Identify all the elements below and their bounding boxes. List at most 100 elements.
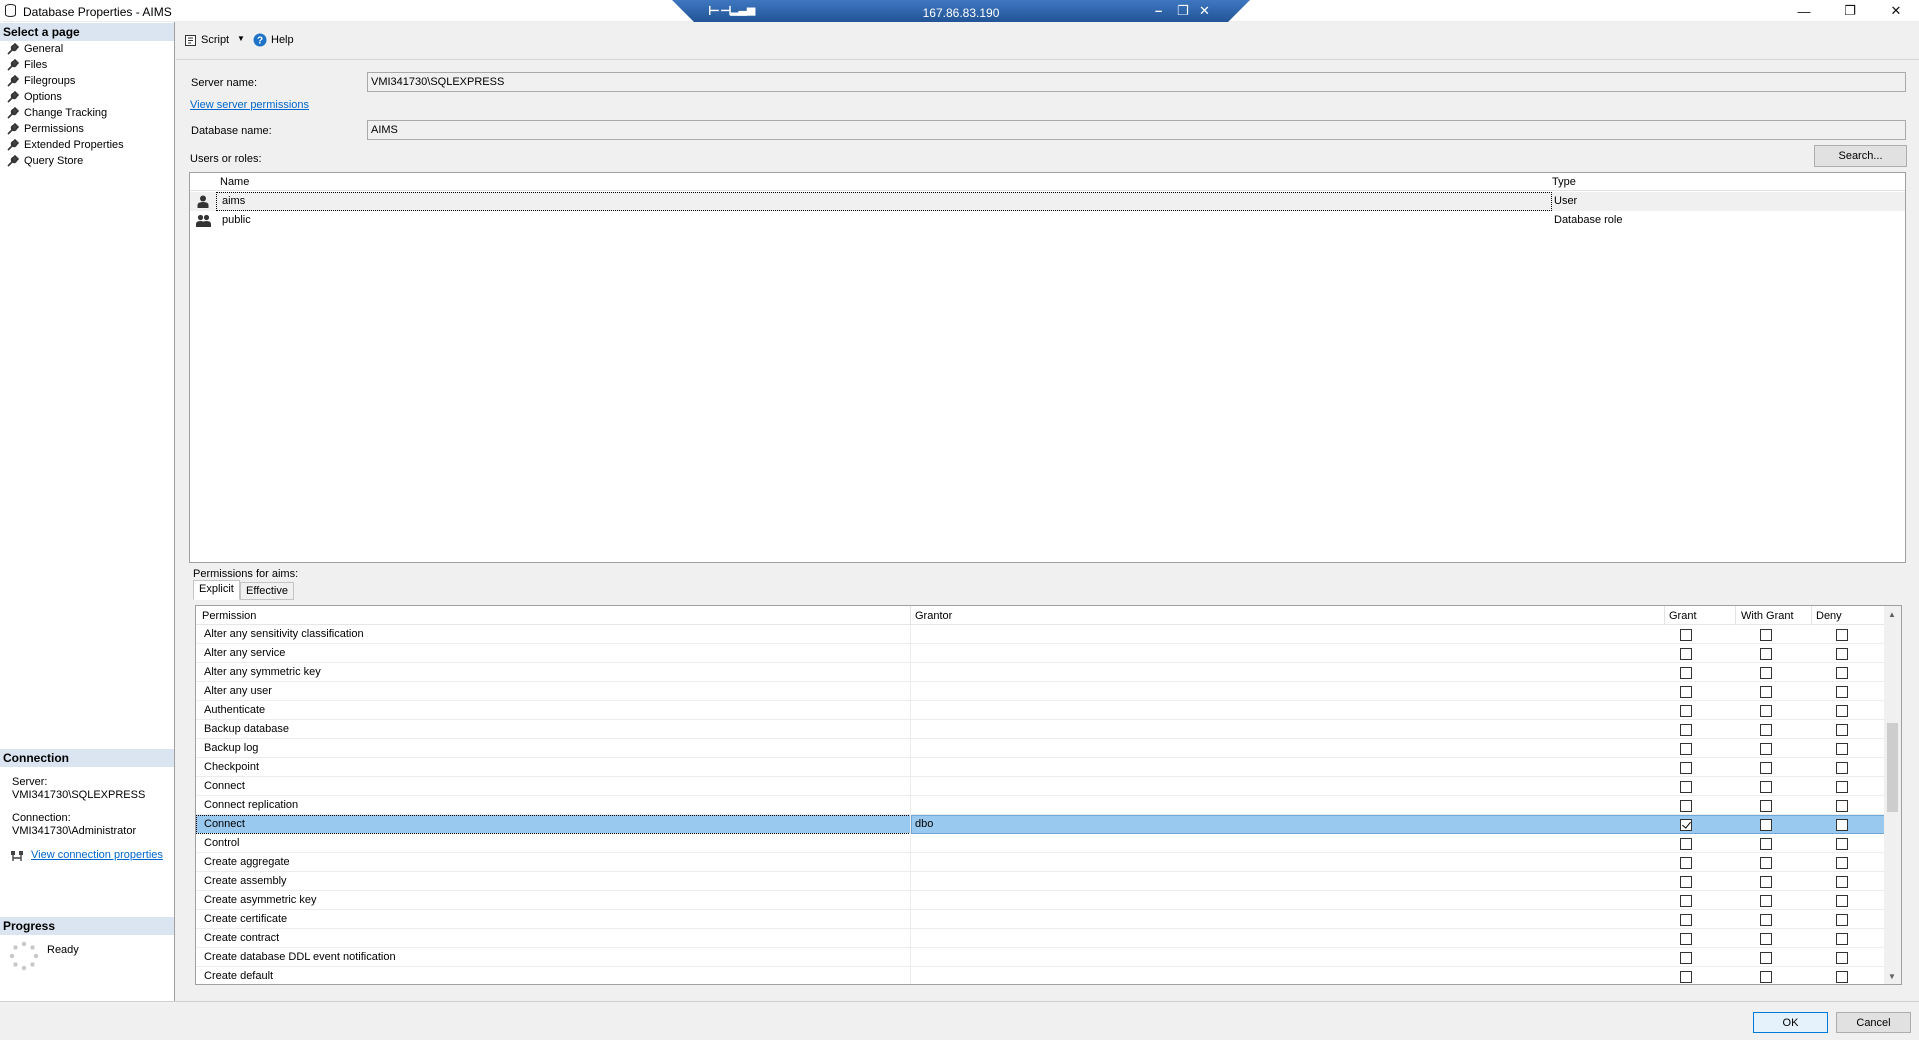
permission-row[interactable]: Control — [196, 834, 1884, 853]
grant-checkbox[interactable] — [1680, 876, 1692, 888]
grant-checkbox[interactable] — [1680, 762, 1692, 774]
grant-checkbox[interactable] — [1680, 648, 1692, 660]
grant-checkbox[interactable] — [1680, 819, 1692, 831]
column-header-grant[interactable]: Grant — [1669, 610, 1697, 622]
with-grant-checkbox[interactable] — [1760, 800, 1772, 812]
with-grant-checkbox[interactable] — [1760, 762, 1772, 774]
with-grant-checkbox[interactable] — [1760, 819, 1772, 831]
permission-row[interactable]: Create aggregate — [196, 853, 1884, 872]
page-change-tracking[interactable]: Change Tracking — [7, 105, 107, 120]
column-header-type[interactable]: Type — [1552, 176, 1576, 188]
grant-checkbox[interactable] — [1680, 800, 1692, 812]
page-filegroups[interactable]: Filegroups — [7, 73, 75, 88]
deny-checkbox[interactable] — [1836, 914, 1848, 926]
with-grant-checkbox[interactable] — [1760, 914, 1772, 926]
permission-row[interactable]: Alter any user — [196, 682, 1884, 701]
tab-explicit[interactable]: Explicit — [193, 580, 240, 600]
permission-row[interactable]: Authenticate — [196, 701, 1884, 720]
permission-row[interactable]: Backup log — [196, 739, 1884, 758]
server-name-field[interactable]: VMI341730\SQLEXPRESS — [367, 72, 1906, 92]
column-header-name[interactable]: Name — [220, 176, 249, 188]
grant-checkbox[interactable] — [1680, 686, 1692, 698]
with-grant-checkbox[interactable] — [1760, 895, 1772, 907]
view-server-permissions-link[interactable]: View server permissions — [190, 99, 309, 111]
deny-checkbox[interactable] — [1836, 705, 1848, 717]
grant-checkbox[interactable] — [1680, 743, 1692, 755]
page-options[interactable]: Options — [7, 89, 62, 104]
deny-checkbox[interactable] — [1836, 743, 1848, 755]
grant-checkbox[interactable] — [1680, 933, 1692, 945]
deny-checkbox[interactable] — [1836, 819, 1848, 831]
grant-checkbox[interactable] — [1680, 781, 1692, 793]
grant-checkbox[interactable] — [1680, 838, 1692, 850]
permission-row[interactable]: Create database DDL event notification — [196, 948, 1884, 967]
user-row-public[interactable]: public Database role — [190, 211, 1905, 230]
deny-checkbox[interactable] — [1836, 724, 1848, 736]
rdp-restore-button[interactable]: ❐ — [1177, 3, 1189, 19]
permission-row[interactable]: Create default — [196, 967, 1884, 984]
script-dropdown-icon[interactable]: ▼ — [237, 34, 245, 43]
permission-row[interactable]: Alter any service — [196, 644, 1884, 663]
deny-checkbox[interactable] — [1836, 686, 1848, 698]
scroll-thumb[interactable] — [1887, 723, 1898, 812]
deny-checkbox[interactable] — [1836, 781, 1848, 793]
with-grant-checkbox[interactable] — [1760, 667, 1772, 679]
with-grant-checkbox[interactable] — [1760, 933, 1772, 945]
rdp-close-button[interactable]: ✕ — [1199, 3, 1210, 19]
deny-checkbox[interactable] — [1836, 800, 1848, 812]
deny-checkbox[interactable] — [1836, 838, 1848, 850]
deny-checkbox[interactable] — [1836, 762, 1848, 774]
search-button[interactable]: Search... — [1814, 145, 1907, 167]
deny-checkbox[interactable] — [1836, 667, 1848, 679]
scroll-up-arrow[interactable]: ▲ — [1888, 610, 1896, 619]
column-header-permission[interactable]: Permission — [202, 610, 256, 622]
deny-checkbox[interactable] — [1836, 895, 1848, 907]
tab-effective[interactable]: Effective — [240, 582, 294, 600]
deny-checkbox[interactable] — [1836, 648, 1848, 660]
database-name-field[interactable]: AIMS — [367, 120, 1906, 140]
grant-checkbox[interactable] — [1680, 724, 1692, 736]
scroll-down-arrow[interactable]: ▼ — [1888, 972, 1896, 981]
permission-row[interactable]: Connect replication — [196, 796, 1884, 815]
close-button[interactable]: ✕ — [1873, 0, 1919, 22]
page-files[interactable]: Files — [7, 57, 47, 72]
grant-checkbox[interactable] — [1680, 857, 1692, 869]
with-grant-checkbox[interactable] — [1760, 686, 1772, 698]
deny-checkbox[interactable] — [1836, 876, 1848, 888]
permission-row[interactable]: Alter any symmetric key — [196, 663, 1884, 682]
permission-row[interactable]: Create contract — [196, 929, 1884, 948]
permission-row[interactable]: Alter any sensitivity classification — [196, 625, 1884, 644]
with-grant-checkbox[interactable] — [1760, 952, 1772, 964]
column-header-deny[interactable]: Deny — [1816, 610, 1842, 622]
help-button[interactable]: ? Help — [253, 31, 294, 49]
page-query-store[interactable]: Query Store — [7, 153, 83, 168]
page-extended-properties[interactable]: Extended Properties — [7, 137, 124, 152]
deny-checkbox[interactable] — [1836, 952, 1848, 964]
rdp-minimize-button[interactable]: – — [1155, 3, 1162, 18]
permission-row[interactable]: Connect dbo — [196, 815, 1884, 834]
permission-row[interactable]: Create certificate — [196, 910, 1884, 929]
with-grant-checkbox[interactable] — [1760, 629, 1772, 641]
grant-checkbox[interactable] — [1680, 667, 1692, 679]
grant-checkbox[interactable] — [1680, 952, 1692, 964]
deny-checkbox[interactable] — [1836, 857, 1848, 869]
permission-row[interactable]: Checkpoint — [196, 758, 1884, 777]
column-header-grantor[interactable]: Grantor — [915, 610, 952, 622]
deny-checkbox[interactable] — [1836, 971, 1848, 983]
page-permissions[interactable]: Permissions — [7, 121, 84, 136]
with-grant-checkbox[interactable] — [1760, 838, 1772, 850]
page-general[interactable]: General — [7, 41, 63, 56]
with-grant-checkbox[interactable] — [1760, 743, 1772, 755]
permission-row[interactable]: Create assembly — [196, 872, 1884, 891]
cancel-button[interactable]: Cancel — [1836, 1012, 1911, 1033]
with-grant-checkbox[interactable] — [1760, 705, 1772, 717]
permission-row[interactable]: Create asymmetric key — [196, 891, 1884, 910]
permissions-scrollbar[interactable]: ▲ ▼ — [1884, 606, 1901, 984]
view-connection-properties-link[interactable]: View connection properties — [31, 849, 163, 862]
column-header-with-grant[interactable]: With Grant — [1741, 610, 1794, 622]
restore-button[interactable]: ❐ — [1827, 0, 1873, 22]
with-grant-checkbox[interactable] — [1760, 971, 1772, 983]
deny-checkbox[interactable] — [1836, 629, 1848, 641]
grant-checkbox[interactable] — [1680, 705, 1692, 717]
grant-checkbox[interactable] — [1680, 971, 1692, 983]
